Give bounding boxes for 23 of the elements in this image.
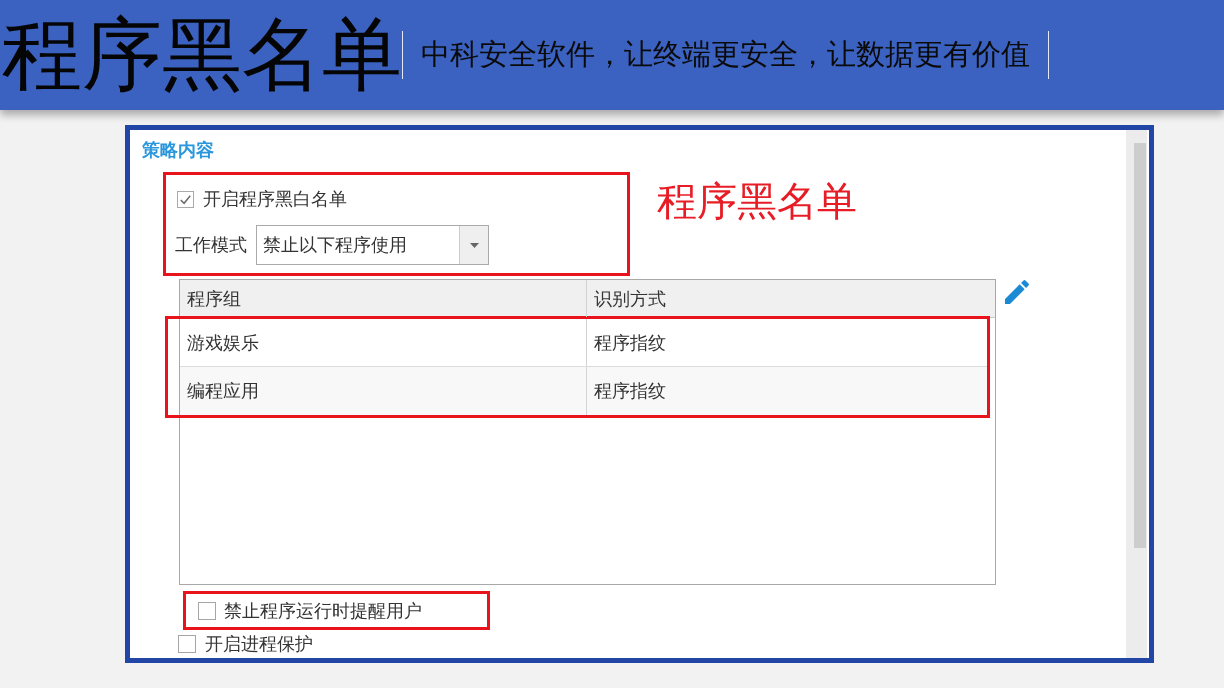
table-cell: 编程应用: [180, 367, 587, 415]
table-cell-text: 程序指纹: [593, 379, 667, 403]
section-title: 策略内容: [142, 138, 214, 162]
table-cell-text: 程序指纹: [593, 330, 667, 355]
mode-select[interactable]: 禁止以下程序使用: [256, 225, 489, 265]
caret-icon: [469, 242, 479, 248]
checkbox[interactable]: [178, 635, 196, 653]
scrollbar-track[interactable]: [1126, 130, 1147, 658]
column-header: 程序组: [180, 280, 587, 317]
annotation-label: 程序黑名单: [657, 177, 857, 225]
dropdown-button[interactable]: [459, 226, 488, 264]
checkbox[interactable]: [177, 190, 194, 208]
scrollbar-thumb[interactable]: [1134, 143, 1146, 548]
option-label: 开启程序黑白名单: [203, 187, 347, 211]
field-label: 工作模式: [175, 233, 247, 257]
column-header: 识别方式: [593, 286, 667, 311]
table-cell: 游戏娱乐: [180, 319, 587, 366]
page-title: 程序黑名单: [2, 15, 402, 95]
slogan-text: 中科安全软件，让终端更安全，让数据更有价值: [420, 36, 1031, 73]
option-label: 禁止程序运行时提醒用户: [224, 598, 422, 623]
checkbox[interactable]: [198, 601, 216, 620]
pencil-icon[interactable]: [1005, 280, 1029, 304]
option-label: 开启进程保护: [205, 632, 313, 656]
